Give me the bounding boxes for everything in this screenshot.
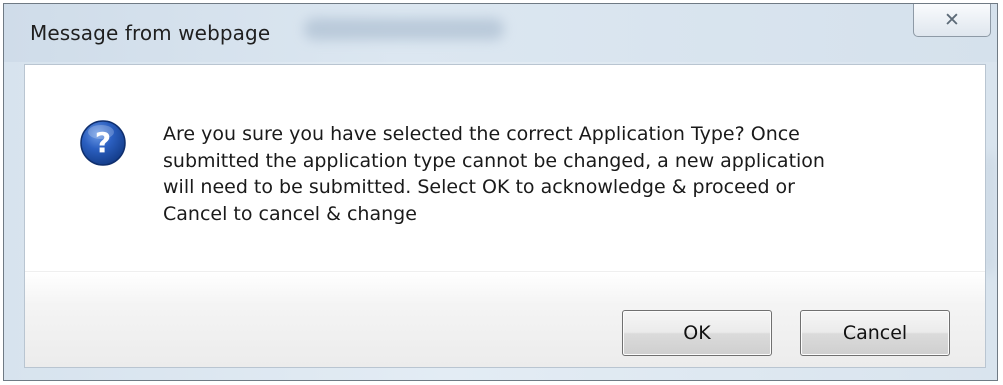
ok-button[interactable]: OK [622,310,772,356]
close-button[interactable]: ✕ [913,4,991,37]
dialog-message: Are you sure you have selected the corre… [163,123,825,225]
svg-text:?: ? [95,126,111,159]
close-icon: ✕ [944,8,960,31]
message-area: ? Are you sure you have selected the cor… [25,65,985,271]
background-blur [304,18,504,40]
button-bar: OK Cancel [25,271,985,367]
dialog-titlebar[interactable]: Message from webpage ✕ [4,4,997,62]
cancel-button[interactable]: Cancel [800,310,950,356]
question-icon: ? [80,120,126,166]
dialog-content: ? Are you sure you have selected the cor… [24,64,986,368]
message-dialog: Message from webpage ✕ ? Are you sure yo… [3,3,998,381]
dialog-title: Message from webpage [30,21,271,45]
